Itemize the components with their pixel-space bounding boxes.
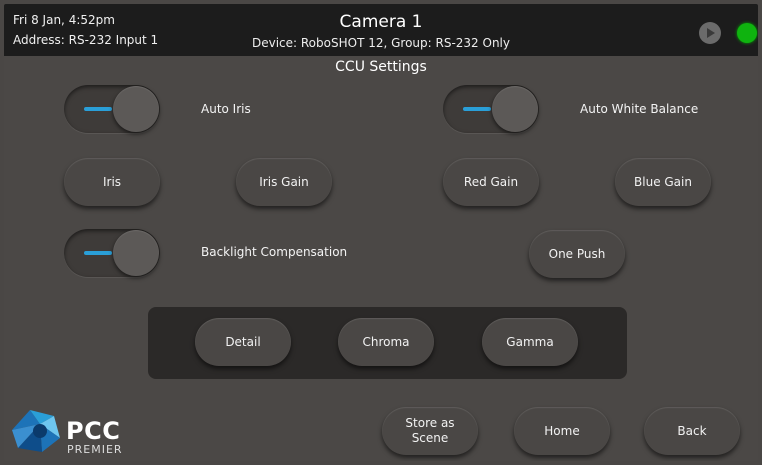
auto-white-balance-label: Auto White Balance xyxy=(580,102,699,116)
toggle-knob xyxy=(113,230,159,276)
auto-iris-toggle[interactable] xyxy=(64,85,160,133)
toggle-on-indicator xyxy=(84,251,112,255)
chroma-button[interactable]: Chroma xyxy=(338,318,434,366)
logo-name: PCC xyxy=(66,417,121,445)
back-button[interactable]: Back xyxy=(644,407,740,455)
toggle-on-indicator xyxy=(84,107,112,111)
home-button[interactable]: Home xyxy=(514,407,610,455)
iris-button[interactable]: Iris xyxy=(64,158,160,206)
auto-white-balance-toggle[interactable] xyxy=(443,85,539,133)
toggle-on-indicator xyxy=(463,107,491,111)
main-screen: Fri 8 Jan, 4:52pm Address: RS-232 Input … xyxy=(4,4,758,461)
red-gain-button[interactable]: Red Gain xyxy=(443,158,539,206)
toggle-knob xyxy=(113,86,159,132)
backlight-compensation-label: Backlight Compensation xyxy=(201,245,348,259)
header-bar: Fri 8 Jan, 4:52pm Address: RS-232 Input … xyxy=(4,4,758,56)
section-title: CCU Settings xyxy=(335,59,427,75)
auto-iris-label: Auto Iris xyxy=(201,102,251,116)
toggle-knob xyxy=(492,86,538,132)
one-push-button[interactable]: One Push xyxy=(529,230,625,278)
logo-subtitle: PREMIER xyxy=(67,443,123,456)
detail-button[interactable]: Detail xyxy=(195,318,291,366)
play-icon[interactable] xyxy=(699,22,721,44)
iris-gain-button[interactable]: Iris Gain xyxy=(236,158,332,206)
gamma-button[interactable]: Gamma xyxy=(482,318,578,366)
blue-gain-button[interactable]: Blue Gain xyxy=(615,158,711,206)
backlight-compensation-toggle[interactable] xyxy=(64,229,160,277)
page-title: Camera 1 xyxy=(339,12,423,32)
store-as-scene-button[interactable]: Store as Scene xyxy=(382,407,478,455)
device-info: Device: RoboSHOT 12, Group: RS-232 Only xyxy=(251,36,510,50)
status-indicator-icon xyxy=(737,23,757,43)
